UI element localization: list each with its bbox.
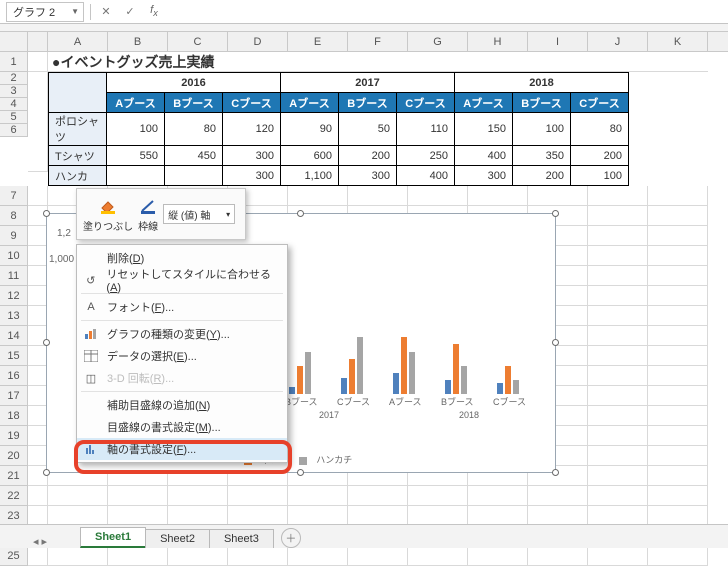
chevron-down-icon: ▾ xyxy=(226,210,230,219)
menu-item[interactable]: 目盛線の書式設定(M)... xyxy=(77,416,287,438)
data-table[interactable]: 2016 2017 2018 AブースBブースCブースAブースBブースCブースA… xyxy=(48,72,629,186)
row-header[interactable]: 4 xyxy=(0,98,28,111)
col-header[interactable]: E xyxy=(288,32,348,51)
enter-icon[interactable]: ✓ xyxy=(121,5,139,18)
menu-item[interactable]: 軸の書式設定(F)... xyxy=(77,438,287,460)
menu-item: ◫3-D 回転(R)... xyxy=(77,367,287,389)
menu-item[interactable]: 補助目盛線の追加(N) xyxy=(77,394,287,416)
row-header[interactable]: 5 xyxy=(0,111,28,124)
col-header[interactable]: I xyxy=(528,32,588,51)
col-header[interactable] xyxy=(28,32,48,51)
col-header[interactable]: H xyxy=(468,32,528,51)
axis-combo[interactable]: 縦 (値) 軸 ▾ xyxy=(163,204,235,224)
chevron-down-icon: ▼ xyxy=(71,7,79,16)
formula-bar: グラフ 2 ▼ ✕ ✓ fx xyxy=(0,0,728,24)
cancel-icon[interactable]: ✕ xyxy=(97,5,115,18)
col-header[interactable]: J xyxy=(588,32,648,51)
title-cell[interactable]: ●イベントグッズ売上実績 xyxy=(48,52,708,72)
mini-toolbar: 塗りつぶし 枠線 縦 (値) 軸 ▾ xyxy=(76,188,246,240)
new-sheet-button[interactable]: ＋ xyxy=(281,528,301,548)
sheet-tab[interactable]: Sheet2 xyxy=(145,529,210,548)
sheet-tab[interactable]: Sheet1 xyxy=(80,527,146,548)
y-tick-label: 1,2 xyxy=(57,228,71,239)
sheet-tab[interactable]: Sheet3 xyxy=(209,529,274,548)
row-header[interactable]: 6 xyxy=(0,124,28,137)
row-header[interactable]: 3 xyxy=(0,85,28,98)
y-tick-label: 1,000 xyxy=(49,254,74,265)
sheet-tab-strip: ◂ ▸ Sheet1 Sheet2 Sheet3 ＋ xyxy=(0,524,728,548)
sheet-nav[interactable]: ◂ ▸ xyxy=(0,535,80,548)
menu-item[interactable]: グラフの種類の変更(Y)... xyxy=(77,323,287,345)
menu-item[interactable]: Aフォント(F)... xyxy=(77,296,287,318)
row-header[interactable]: 2 xyxy=(0,72,28,85)
menu-item[interactable]: ↺リセットしてスタイルに合わせる(A) xyxy=(77,269,287,291)
row-header[interactable]: 1 xyxy=(0,52,28,72)
name-box[interactable]: グラフ 2 ▼ xyxy=(6,2,84,22)
outline-button[interactable]: 枠線 xyxy=(137,196,159,233)
col-header[interactable]: D xyxy=(228,32,288,51)
col-header[interactable]: B xyxy=(108,32,168,51)
col-header[interactable]: K xyxy=(648,32,708,51)
column-headers: A B C D E F G H I J K xyxy=(0,32,728,52)
context-menu: 削除(D)↺リセットしてスタイルに合わせる(A)Aフォント(F)...グラフの種… xyxy=(76,244,288,463)
col-header[interactable]: A xyxy=(48,32,108,51)
fx-icon[interactable]: fx xyxy=(145,4,163,18)
col-header[interactable]: G xyxy=(408,32,468,51)
col-header[interactable]: F xyxy=(348,32,408,51)
menu-item[interactable]: データの選択(E)... xyxy=(77,345,287,367)
col-header[interactable]: C xyxy=(168,32,228,51)
fill-button[interactable]: 塗りつぶし xyxy=(83,196,133,233)
name-box-value: グラフ 2 xyxy=(13,4,55,20)
